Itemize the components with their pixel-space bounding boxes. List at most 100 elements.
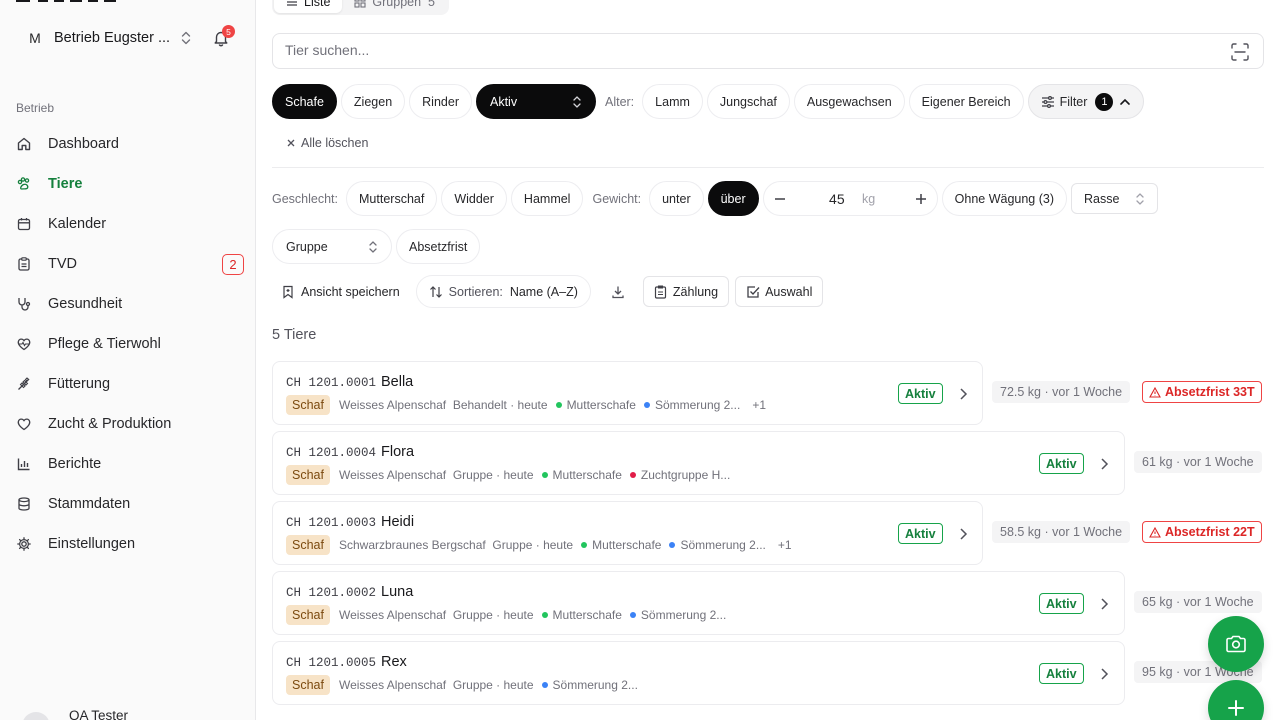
check-square-icon [747, 285, 760, 298]
alert-triangle-icon [1149, 386, 1161, 398]
filter-chip-rinder[interactable]: Rinder [409, 84, 472, 119]
animal-card[interactable]: CH 1201.0001 Bella Schaf Weisses Alpensc… [272, 361, 983, 425]
filter-chip-absetzfrist[interactable]: Absetzfrist [396, 229, 481, 264]
group-tag: Mutterschafe [566, 398, 636, 412]
more-tags: +1 [752, 398, 766, 412]
animal-activity: Gruppe · heute [452, 468, 534, 482]
weight-op-over[interactable]: über [707, 181, 759, 216]
group-tag: Sömmerung 2... [640, 608, 727, 622]
sidebar-item-dashboard[interactable]: Dashboard [8, 124, 248, 164]
tag-dot [555, 402, 562, 408]
group-select[interactable]: Gruppe [272, 229, 392, 264]
wheat-icon [18, 377, 30, 390]
clear-all-button[interactable]: Alle löschen [286, 136, 368, 150]
minus-icon[interactable] [774, 193, 786, 205]
divider [272, 167, 1264, 168]
filter-chip-schafe[interactable]: Schafe [272, 84, 337, 119]
tab-liste[interactable]: Liste [274, 0, 343, 13]
sidebar-item-kalender[interactable]: Kalender [8, 204, 248, 244]
chevron-right-icon [1101, 598, 1109, 610]
animal-breed: Weisses Alpenschaf [338, 398, 447, 412]
filter-chip-mutterschaf[interactable]: Mutterschaf [346, 181, 438, 216]
tab-gruppen[interactable]: Gruppen 5 [342, 0, 447, 13]
sidebar-item-einstellungen[interactable]: Einstellungen [8, 524, 248, 564]
weight-pill: 72.5 kg · vor 1 Woche [992, 381, 1131, 403]
filter-chip-lamm[interactable]: Lamm [642, 84, 703, 119]
weight-op-under[interactable]: unter [649, 181, 704, 216]
user-menu[interactable]: QA Tester [22, 708, 242, 720]
sidebar-item-stammdaten[interactable]: Stammdaten [8, 484, 248, 524]
home-icon [17, 137, 31, 151]
animal-name: Rex [381, 654, 407, 670]
status-select[interactable]: Aktiv [475, 84, 596, 119]
camera-fab[interactable] [1208, 616, 1264, 672]
nav-section-label: Betrieb [16, 101, 55, 115]
chevron-right-icon [960, 388, 968, 400]
sidebar-item-gesundheit[interactable]: Gesundheit [8, 284, 248, 324]
clear-all-label: Alle löschen [301, 136, 369, 150]
tag-dot [541, 472, 548, 478]
animal-card[interactable]: CH 1201.0003 Heidi Schaf Schwarzbraunes … [272, 501, 983, 565]
list-icon [287, 0, 297, 6]
animal-name: Luna [381, 584, 414, 600]
plus-icon[interactable] [915, 193, 927, 205]
weight-value[interactable]: 45 [829, 191, 845, 207]
search-input[interactable] [285, 42, 1185, 58]
tag-dot [669, 542, 676, 548]
animal-card[interactable]: CH 1201.0005 Rex Schaf Weisses Alpenscha… [272, 641, 1125, 705]
sidebar-item-label: Dashboard [48, 136, 119, 152]
animal-card[interactable]: CH 1201.0004 Flora Schaf Weisses Alpensc… [272, 431, 1125, 495]
weight-pill: 61 kg · vor 1 Woche [1134, 451, 1262, 473]
scan-icon[interactable] [1230, 42, 1250, 62]
download-button[interactable] [601, 276, 635, 307]
breed-select[interactable]: Rasse [1071, 183, 1159, 214]
sidebar-item-pflege[interactable]: Pflege & Tierwohl [8, 324, 248, 364]
sidebar-item-tiere[interactable]: Tiere [8, 164, 248, 204]
sidebar-item-zucht[interactable]: Zucht & Produktion [8, 404, 248, 444]
animal-id: CH 1201.0005 [286, 656, 377, 670]
bar-chart-icon [17, 458, 30, 471]
gear-icon [17, 537, 31, 551]
status-badge: Aktiv [1039, 453, 1084, 474]
chevron-right-icon [960, 528, 968, 540]
filter-chip-ziegen[interactable]: Ziegen [340, 84, 406, 119]
weight-pill: 58.5 kg · vor 1 Woche [992, 521, 1131, 543]
filter-chip-eigener-bereich[interactable]: Eigener Bereich [908, 84, 1024, 119]
tab-label: Gruppen [372, 0, 422, 9]
breed-select-value: Rasse [1084, 191, 1120, 206]
search-bar [272, 33, 1264, 69]
sidebar-item-tvd[interactable]: TVD 2 [8, 244, 248, 284]
advanced-filter-row-2: Gruppe Absetzfrist [272, 229, 484, 264]
advanced-filter-row: Geschlecht: Mutterschaf Widder Hammel Ge… [272, 181, 1159, 216]
filter-toggle-button[interactable]: Filter 1 [1027, 84, 1145, 119]
plus-icon [1228, 700, 1244, 716]
filter-chip-widder[interactable]: Widder [441, 181, 507, 216]
filter-chip-ohne-waegung[interactable]: Ohne Wägung (3) [941, 181, 1067, 216]
filter-chip-hammel[interactable]: Hammel [510, 181, 584, 216]
count-button[interactable]: Zählung [642, 276, 730, 307]
filter-chip-ausgewachsen[interactable]: Ausgewachsen [793, 84, 905, 119]
tag-dot [581, 542, 588, 548]
select-button[interactable]: Auswahl [735, 276, 824, 307]
chevron-right-icon [1101, 458, 1109, 470]
list-toolbar: Ansicht speichern Sortieren: Name (A–Z) … [272, 275, 829, 308]
sidebar-item-berichte[interactable]: Berichte [8, 444, 248, 484]
add-animal-fab[interactable] [1208, 680, 1264, 720]
more-tags: +1 [777, 538, 792, 552]
view-tabs: Liste Gruppen 5 [272, 0, 449, 15]
save-view-button[interactable]: Ansicht speichern [272, 276, 410, 307]
select-label: Auswahl [765, 284, 813, 299]
group-tag: Mutterschafe [552, 608, 622, 622]
arrow-up-down-icon [429, 285, 442, 298]
sidebar-nav: Dashboard Tiere Kalender TVD 2 Gesundhei… [8, 124, 248, 564]
filter-chip-jungschaf[interactable]: Jungschaf [706, 84, 790, 119]
animal-meta: Schaf Weisses Alpenschaf Gruppe · heute … [286, 675, 638, 695]
sort-button[interactable]: Sortieren: Name (A–Z) [415, 275, 591, 308]
sidebar-item-label: Kalender [48, 216, 107, 232]
heart-icon [17, 418, 31, 431]
download-icon [612, 286, 624, 298]
sort-value: Name (A–Z) [509, 284, 578, 299]
sidebar-item-fuetterung[interactable]: Fütterung [8, 364, 248, 404]
animal-card[interactable]: CH 1201.0002 Luna Schaf Weisses Alpensch… [272, 571, 1125, 635]
farm-switcher[interactable]: M Betrieb Eugster ... [24, 26, 194, 50]
